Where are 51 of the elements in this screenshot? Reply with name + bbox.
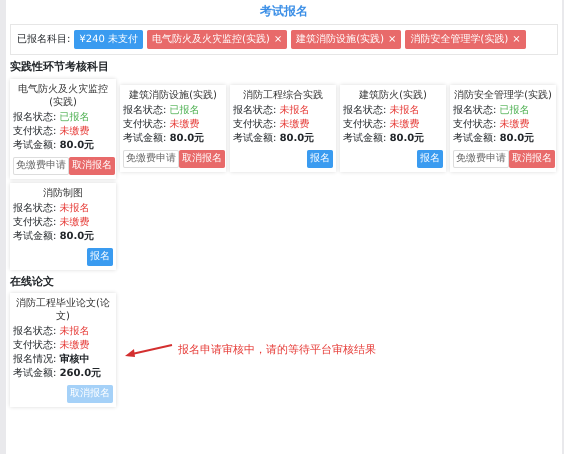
field-line: 支付状态: 未缴费 <box>123 118 201 131</box>
card-title: 电气防火及火灾监控(实践) <box>17 82 109 108</box>
card-button[interactable]: 免缴费申请 <box>453 150 509 168</box>
card-title: 消防安全管理学(实践) <box>453 89 553 102</box>
field-line: 报名状态: 已报名 <box>13 110 91 124</box>
field-line: 报名状态: 未报名 <box>13 325 91 338</box>
field-line: 考试金额: 80.0元 <box>13 230 96 242</box>
card-button[interactable]: 免缴费申请 <box>123 150 179 168</box>
field-line: 支付状态: 未缴费 <box>343 118 421 131</box>
close-icon[interactable]: × <box>388 32 396 47</box>
card-title: 消防工程综合实践 <box>242 89 324 102</box>
field-line: 支付状态: 未缴费 <box>233 118 311 131</box>
card-button[interactable]: 免缴费申请 <box>13 156 69 174</box>
card-button[interactable]: 报名 <box>307 150 333 168</box>
registered-label: 已报名科目: <box>17 32 70 47</box>
close-icon[interactable]: × <box>512 32 521 47</box>
section-title: 实践性环节考核科目 <box>10 59 110 75</box>
field-line: 考试金额: 260.0元 <box>13 367 102 380</box>
card-title: 消防工程毕业论文(论文) <box>15 297 111 323</box>
close-icon[interactable]: × <box>274 32 282 47</box>
field-line: 报名状态: 未报名 <box>343 104 421 117</box>
tag-label: 建筑消防设施(实践) <box>296 32 384 47</box>
section-title: 在线论文 <box>10 274 55 290</box>
card-title: 消防制图 <box>42 186 84 200</box>
field-line: 考试金额: 80.0元 <box>123 132 206 145</box>
field-line: 支付状态: 未缴费 <box>13 339 91 352</box>
annotation-arrow <box>124 342 174 358</box>
field-line: 考试金额: 80.0元 <box>343 132 426 145</box>
field-line: 支付状态: 未缴费 <box>13 216 91 228</box>
payment-tag[interactable]: ¥240 未支付 <box>74 30 144 49</box>
field-line: 报名状态: 未报名 <box>233 104 311 117</box>
field-line: 报名情况: 审核中 <box>13 353 91 366</box>
tag-label: 电气防火及火灾监控(实践) <box>152 32 270 47</box>
card-title: 建筑防火(实践) <box>358 89 428 102</box>
page-title: 考试报名 <box>260 4 308 18</box>
field-line: 支付状态: 未缴费 <box>453 118 531 131</box>
card-button[interactable]: 报名 <box>87 248 113 266</box>
field-line: 报名状态: 已报名 <box>453 104 531 117</box>
card-button[interactable]: 报名 <box>417 150 443 168</box>
field-line: 报名状态: 未报名 <box>13 202 91 214</box>
field-line: 报名状态: 已报名 <box>123 104 201 117</box>
field-line: 支付状态: 未缴费 <box>13 124 91 138</box>
tag-label: 消防安全管理学(实践) <box>410 32 508 47</box>
annotation-text: 报名申请审核中，请的等待平台审核结果 <box>178 342 376 358</box>
card-button[interactable]: 取消报名 <box>179 150 225 168</box>
card-title: 建筑消防设施(实践) <box>128 89 218 102</box>
card-button[interactable]: 取消报名 <box>509 150 555 168</box>
field-line: 考试金额: 80.0元 <box>13 138 96 152</box>
card-button[interactable]: 取消报名 <box>69 156 115 174</box>
field-line: 考试金额: 80.0元 <box>233 132 316 145</box>
field-line: 考试金额: 80.0元 <box>453 132 536 145</box>
